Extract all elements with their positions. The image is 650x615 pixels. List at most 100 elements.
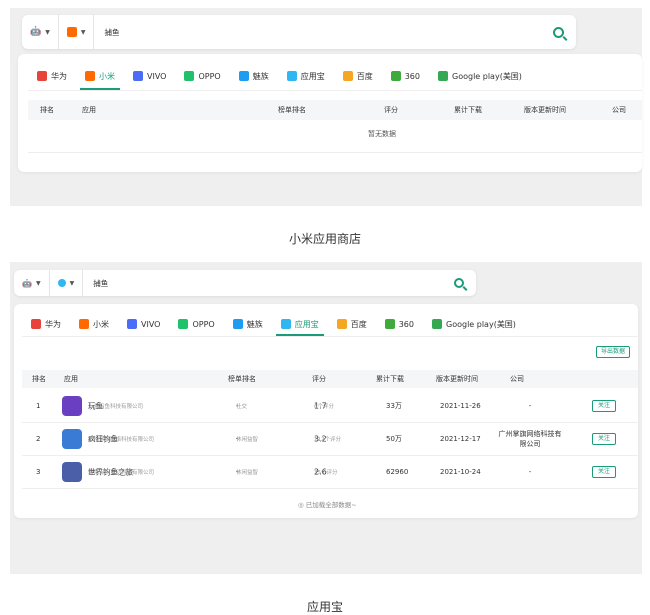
store-tabs: 华为 小米 VIVO OPPO 魅族 应用宝 百度 360 Google play(美国): [28, 62, 531, 90]
col-downloads: 累计下载: [376, 375, 404, 383]
platform-select[interactable]: 🤖 ▼: [22, 15, 59, 49]
app-icon[interactable]: [62, 429, 82, 449]
tab-label: 应用宝: [294, 319, 319, 329]
search-bar: 🤖 ▼ ▼ 捕鱼: [22, 15, 576, 49]
tab-label: 百度: [350, 319, 367, 329]
store-logo-icon: [286, 71, 297, 81]
screenshot-panel-xiaomi: 🤖 ▼ ▼ 捕鱼 华为 小米 VIVO OPPO 魅族 应用宝 百度 360 Google pl…: [10, 8, 642, 206]
tab-store[interactable]: Google play(美国): [423, 312, 525, 336]
xiaomi-store-icon: [66, 27, 77, 37]
app-developer: 海南点点互动科技有限公司: [88, 470, 155, 476]
store-logo-icon: [232, 319, 243, 329]
store-logo-icon: [184, 71, 195, 81]
android-icon: 🤖: [30, 27, 42, 37]
col-updated: 版本更新时间: [436, 375, 478, 383]
tab-store[interactable]: 应用宝: [272, 312, 328, 336]
downloads: 50万: [386, 435, 402, 443]
screenshot-panel-yingyongbao: 🤖 ▼ ▼ 捕鱼 华为 小米 VIVO OPPO 魅族 应用宝 百度 360 Google pl…: [10, 262, 642, 574]
col-list-rank: 榜单排名: [228, 375, 256, 383]
search-icon[interactable]: [454, 278, 464, 288]
col-score: 评分: [384, 106, 398, 114]
updated-date: 2021-10-24: [440, 468, 481, 476]
row-rank: 1: [36, 402, 41, 410]
tab-store[interactable]: 百度: [328, 312, 376, 336]
export-data-button[interactable]: 导出数据: [596, 346, 631, 358]
app-icon[interactable]: [62, 396, 82, 416]
store-select[interactable]: ▼: [50, 270, 84, 296]
tab-store[interactable]: 小米: [76, 62, 124, 90]
tab-label: 魅族: [252, 71, 269, 81]
tab-label: 华为: [51, 71, 67, 81]
store-logo-icon: [280, 319, 291, 329]
caption-yingyongbao: 应用宝: [306, 600, 343, 614]
empty-state: 暂无数据: [368, 130, 396, 138]
store-logo-icon: [342, 71, 353, 81]
store-logo-icon: [127, 319, 137, 329]
tab-label: Google play(美国): [446, 319, 516, 329]
search-icon[interactable]: [553, 26, 564, 38]
store-logo-icon: [238, 71, 249, 81]
tab-label: 小米: [99, 71, 115, 81]
col-score: 评分: [312, 375, 326, 383]
yingyongbao-store-icon: [57, 279, 66, 287]
tab-store[interactable]: VIVO: [124, 62, 175, 90]
store-logo-icon: [178, 319, 189, 329]
tab-store[interactable]: 华为: [28, 62, 76, 90]
tab-store[interactable]: 华为: [22, 312, 70, 336]
updated-date: 2021-11-26: [440, 402, 481, 410]
downloads: 62960: [386, 468, 409, 476]
col-rank: 排名: [32, 375, 46, 383]
results-card: 华为 小米 VIVO OPPO 魅族 应用宝 百度 360 Google play(美国) 导出…: [14, 304, 638, 518]
tab-store[interactable]: OPPO: [169, 312, 223, 336]
follow-button[interactable]: 关注: [592, 466, 616, 478]
tab-store[interactable]: 百度: [334, 62, 382, 90]
tab-store[interactable]: VIVO: [118, 312, 169, 336]
tab-store[interactable]: 360: [382, 62, 429, 90]
tab-label: 应用宝: [300, 71, 325, 81]
search-input[interactable]: 捕鱼: [83, 278, 454, 289]
chevron-down-icon: ▼: [45, 28, 50, 36]
col-downloads: 累计下载: [454, 106, 482, 114]
store-select[interactable]: ▼: [59, 15, 95, 49]
tab-store[interactable]: 应用宝: [278, 62, 334, 90]
store-logo-icon: [432, 319, 442, 329]
chevron-down-icon: ▼: [69, 279, 75, 287]
tab-store[interactable]: 魅族: [230, 62, 278, 90]
tab-label: 360: [398, 319, 414, 329]
tab-store[interactable]: 360: [376, 312, 423, 336]
tab-label: 华为: [45, 319, 61, 329]
downloads: 33万: [386, 402, 402, 410]
tab-label: OPPO: [192, 319, 215, 329]
company: -: [528, 402, 532, 410]
store-logo-icon: [31, 319, 41, 329]
tab-label: 360: [404, 71, 420, 81]
caption-xiaomi: 小米应用商店: [288, 232, 361, 246]
tab-store[interactable]: 魅族: [224, 312, 272, 336]
tab-store[interactable]: OPPO: [175, 62, 229, 90]
tab-label: 百度: [356, 71, 373, 81]
col-app: 应用: [64, 375, 78, 383]
platform-select[interactable]: 🤖 ▼: [14, 270, 50, 296]
col-company: 公司: [510, 375, 524, 383]
store-logo-icon: [133, 71, 143, 81]
tab-store[interactable]: 小米: [70, 312, 118, 336]
follow-button[interactable]: 关注: [592, 400, 616, 412]
follow-button[interactable]: 关注: [592, 433, 616, 445]
search-bar: 🤖 ▼ ▼ 捕鱼: [14, 270, 476, 296]
search-input[interactable]: 捕鱼: [94, 27, 553, 38]
updated-date: 2021-12-17: [440, 435, 481, 443]
app-developer: 广州掌旗网络科技有限公司: [88, 437, 155, 443]
tab-label: OPPO: [198, 71, 221, 81]
tab-label: VIVO: [147, 71, 167, 81]
store-logo-icon: [336, 319, 347, 329]
table-row: 1 玩鱼 上海指鱼科技有限公司 - 社交 1.7 6个评分 33万 2021-11-26- 关注: [22, 390, 638, 423]
app-icon[interactable]: [62, 462, 82, 482]
tab-label: 魅族: [246, 319, 263, 329]
tab-label: Google play(美国): [452, 71, 522, 81]
app-developer: 上海指鱼科技有限公司: [88, 404, 144, 410]
table-row: 2 疯狂钓鱼 广州掌旗网络科技有限公司 - 休闲益智 3.2 112个评分 50万 2021-1…: [22, 423, 638, 456]
tab-store[interactable]: Google play(美国): [429, 62, 531, 90]
col-company: 公司: [612, 106, 626, 114]
col-app: 应用: [82, 106, 96, 114]
store-logo-icon: [79, 319, 89, 329]
